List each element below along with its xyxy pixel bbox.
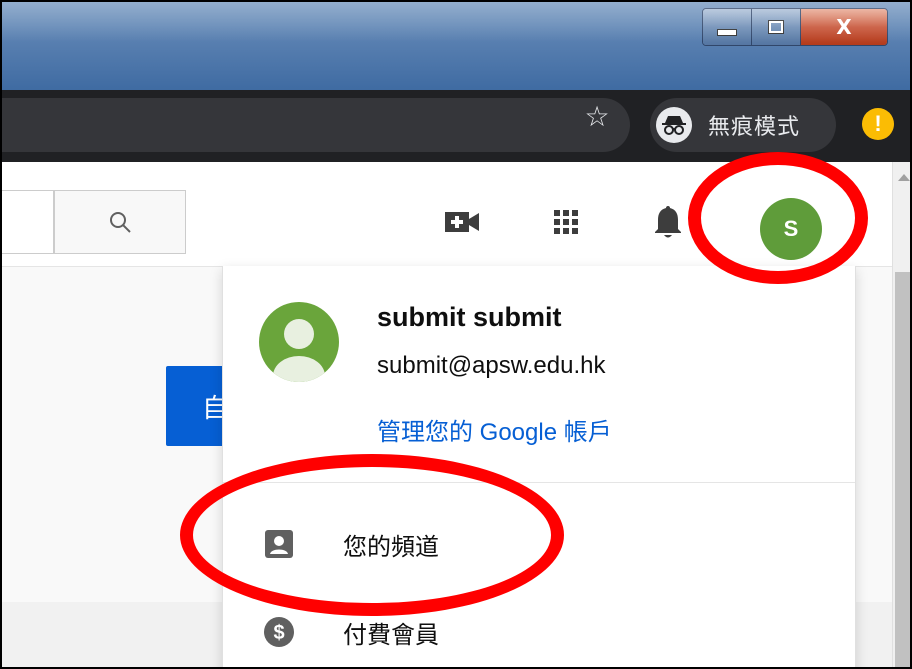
apps-button[interactable]	[546, 202, 586, 242]
account-box-icon	[259, 524, 299, 564]
primary-action-button[interactable]: 自	[166, 366, 226, 446]
window-title-bar: X	[2, 2, 910, 90]
incognito-indicator[interactable]: 無痕模式	[650, 98, 836, 152]
scroll-up-arrow-icon[interactable]	[898, 174, 910, 181]
update-warning-icon[interactable]: !	[862, 108, 894, 140]
search-input[interactable]	[2, 190, 54, 254]
address-bar[interactable]	[2, 98, 630, 152]
create-video-button[interactable]	[442, 202, 482, 242]
incognito-label: 無痕模式	[708, 114, 801, 139]
video-camera-plus-icon	[445, 212, 479, 232]
scroll-thumb[interactable]	[895, 272, 910, 667]
screenshot-frame: X ☆ 無痕模式 ! 自 S submit submit submit@apsw…	[0, 0, 912, 669]
account-avatar-button[interactable]: S	[760, 198, 822, 260]
avatar-initial: S	[783, 216, 799, 241]
manage-google-account-link[interactable]: 管理您的 Google 帳戶	[377, 412, 612, 447]
vertical-scrollbar[interactable]	[892, 162, 910, 667]
masthead: S	[2, 162, 892, 267]
bookmark-star-icon[interactable]: ☆	[580, 100, 614, 134]
menu-item-your-channel[interactable]: 您的頻道	[223, 504, 855, 584]
close-button[interactable]: X	[801, 9, 887, 45]
window-controls: X	[702, 8, 888, 46]
profile-avatar	[259, 302, 339, 382]
maximize-button[interactable]	[752, 9, 801, 45]
svg-text:$: $	[273, 622, 284, 644]
search-button[interactable]	[54, 190, 186, 254]
menu-item-label: 您的頻道	[343, 533, 439, 561]
minimize-button[interactable]	[703, 9, 752, 45]
default-person-icon	[273, 319, 325, 382]
incognito-icon	[656, 107, 692, 143]
notifications-button[interactable]	[648, 202, 688, 242]
menu-item-paid-memberships[interactable]: $ 付費會員	[223, 592, 855, 667]
account-menu: submit submit submit@apsw.edu.hk 管理您的 Go…	[222, 266, 856, 667]
minimize-icon	[717, 28, 737, 36]
menu-item-label: 付費會員	[343, 621, 439, 649]
close-icon: X	[836, 15, 852, 39]
apps-grid-icon	[554, 210, 578, 234]
account-menu-header: submit submit submit@apsw.edu.hk 管理您的 Go…	[223, 266, 855, 483]
account-email: submit@apsw.edu.hk	[377, 352, 606, 379]
restore-icon	[768, 20, 784, 34]
account-name: submit submit	[377, 302, 562, 332]
bell-icon	[655, 206, 681, 238]
search-icon	[110, 212, 131, 233]
dollar-circle-icon: $	[259, 612, 299, 652]
